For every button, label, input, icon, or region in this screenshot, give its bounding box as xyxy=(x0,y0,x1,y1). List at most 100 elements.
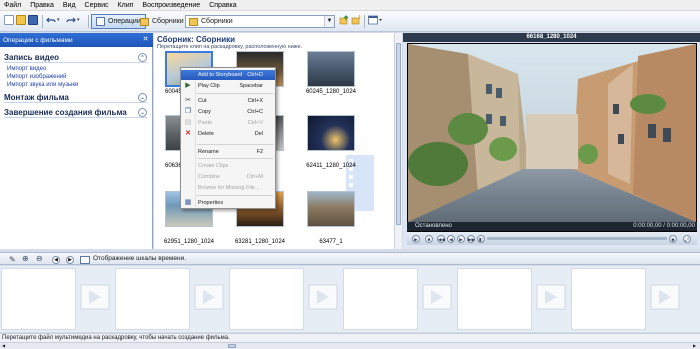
storyboard-cell[interactable] xyxy=(457,268,532,330)
menu-clip[interactable]: Клип xyxy=(118,2,134,9)
clip-thumbnail[interactable] xyxy=(307,115,355,151)
menu-view[interactable]: Вид xyxy=(63,2,76,9)
menu-item-shortcut: Ctrl+X xyxy=(247,98,263,104)
clip-thumbnail[interactable] xyxy=(307,51,355,87)
menu-item-shortcut: Del xyxy=(254,131,263,137)
toolbar-separator xyxy=(42,15,43,28)
movie-tasks-pane: Операции с фильмами ✕ Запись видео ⌃ Имп… xyxy=(0,33,153,249)
play-icon[interactable]: ▶ xyxy=(412,235,420,243)
task-link-import-pictures[interactable]: Импорт изображений xyxy=(7,74,67,80)
clip-label: 63477_1 xyxy=(319,239,343,245)
snapshot-icon[interactable]: ◉ xyxy=(669,235,677,243)
playback-status: Остановлено xyxy=(415,223,452,229)
storyboard-cell[interactable] xyxy=(343,268,418,330)
menu-file[interactable]: Файл xyxy=(4,2,21,9)
menu-play[interactable]: Воспроизведение xyxy=(142,2,200,9)
storyboard[interactable] xyxy=(0,266,700,332)
menu-item-play-clip[interactable]: ▶ Play Clip Spacebar xyxy=(181,81,275,91)
split-clip-icon[interactable]: ◧ xyxy=(477,235,485,243)
open-folder-icon[interactable] xyxy=(16,15,26,25)
save-icon[interactable] xyxy=(28,15,38,25)
scroll-left-icon[interactable]: ◀ xyxy=(2,344,7,348)
transition-placeholder-icon[interactable] xyxy=(536,284,566,310)
chevron-up-icon[interactable]: ⌃ xyxy=(138,53,147,62)
next-frame-icon[interactable]: ▶ xyxy=(457,235,465,243)
transition-placeholder-icon[interactable] xyxy=(650,284,680,310)
chevron-down-icon[interactable]: ⌄ xyxy=(138,93,147,102)
scrollbar-thumb[interactable] xyxy=(396,43,401,225)
zoom-in-icon[interactable]: ⊕ xyxy=(22,254,29,263)
section-edit-movie[interactable]: Монтаж фильма ⌄ xyxy=(4,92,147,103)
collection-select[interactable]: Сборники ▼ xyxy=(185,15,335,28)
menu-item-combine[interactable]: Combine Ctrl+M xyxy=(181,172,275,182)
collections-label: Сборники xyxy=(152,18,184,25)
menu-item-rename[interactable]: Rename F2 xyxy=(181,147,275,157)
zoom-out-icon[interactable]: ⊖ xyxy=(36,254,43,263)
menu-item-label: Create Clips xyxy=(198,163,229,169)
menu-help[interactable]: Справка xyxy=(209,2,236,9)
toolbar-separator xyxy=(88,15,89,28)
collections-button[interactable]: Сборники xyxy=(136,14,188,29)
menu-item-label: Play Clip xyxy=(198,83,220,89)
undo-icon[interactable] xyxy=(46,15,56,25)
task-link-import-audio[interactable]: Импорт звука или музыки xyxy=(7,82,78,88)
up-one-level-icon[interactable] xyxy=(339,15,349,25)
section-finish-movie[interactable]: Завершение создания фильма ⌄ xyxy=(4,107,147,118)
menu-item-add-to-storyboard[interactable]: Add to Storyboard Ctrl+D xyxy=(181,70,275,80)
transition-placeholder-icon[interactable] xyxy=(80,284,110,310)
storyboard-cell[interactable] xyxy=(571,268,646,330)
redo-dropdown-icon[interactable]: ▾ xyxy=(77,15,87,25)
menu-item-delete[interactable]: ✕ Delete Del xyxy=(181,129,275,139)
menu-item-properties[interactable]: ▦ Properties xyxy=(181,198,275,208)
fullscreen-icon[interactable]: ⤢ xyxy=(683,235,691,243)
menu-item-cut[interactable]: ✂ Cut Ctrl+X xyxy=(181,96,275,106)
menu-item-create-clips[interactable]: Create Clips xyxy=(181,161,275,171)
new-collection-folder-icon[interactable] xyxy=(351,14,361,25)
playback-time: 0:00:00,00 / 0:00:00,00 xyxy=(633,223,695,229)
views-icon[interactable] xyxy=(368,15,382,25)
seek-bar[interactable] xyxy=(487,237,667,240)
storyboard-cell[interactable] xyxy=(1,268,76,330)
stop-icon[interactable]: ■ xyxy=(425,235,433,243)
menu-edit[interactable]: Правка xyxy=(30,2,54,9)
collection-folder-icon xyxy=(189,17,198,26)
narrate-icon[interactable]: ✎ xyxy=(9,255,16,264)
menu-item-label: Properties xyxy=(198,200,224,206)
menu-item-paste[interactable]: ▤ Paste Ctrl+V xyxy=(181,118,275,128)
timeline-icon[interactable] xyxy=(80,256,90,264)
clip-thumbnail[interactable] xyxy=(307,191,355,227)
scrollbar-thumb[interactable] xyxy=(228,344,236,348)
menu-tools[interactable]: Сервис xyxy=(85,2,109,9)
show-timeline-toggle[interactable]: Отображение шкалы времени. xyxy=(93,255,186,262)
preview-monitor: 66168_1280_1024 Остановлено 0:00:00,00 /… xyxy=(403,33,700,249)
close-icon[interactable]: ✕ xyxy=(141,35,150,44)
video-display[interactable]: Остановлено 0:00:00,00 / 0:00:00,00 ▶ ■ … xyxy=(407,43,697,245)
section-capture-video[interactable]: Запись видео ⌃ xyxy=(4,52,147,63)
task-link-import-video[interactable]: Импорт видео xyxy=(7,66,46,72)
fast-forward-icon[interactable]: ▶▶ xyxy=(467,235,475,243)
tasks-pane-icon xyxy=(96,17,105,26)
section-title: Завершение создания фильма xyxy=(4,107,127,117)
transition-placeholder-icon[interactable] xyxy=(194,284,224,310)
section-title: Запись видео xyxy=(4,52,60,62)
menu-item-copy[interactable]: ❐ Copy Ctrl+C xyxy=(181,107,275,117)
play-storyboard-icon[interactable]: ▶ xyxy=(66,256,74,264)
storyboard-cell[interactable] xyxy=(115,268,190,330)
transition-placeholder-icon[interactable] xyxy=(422,284,452,310)
rewind-icon[interactable]: ◀◀ xyxy=(437,235,445,243)
chevron-down-icon[interactable]: ⌄ xyxy=(138,108,147,117)
chevron-down-icon[interactable]: ▼ xyxy=(324,16,334,27)
storyboard-cell[interactable] xyxy=(229,268,304,330)
new-project-icon[interactable] xyxy=(4,15,14,25)
menu-item-shortcut: Ctrl+D xyxy=(247,72,263,78)
rewind-storyboard-icon[interactable]: ◀ xyxy=(52,256,60,264)
transition-placeholder-icon[interactable] xyxy=(308,284,338,310)
storyboard-horizontal-scrollbar[interactable]: ◀ ▶ xyxy=(0,342,700,349)
menu-separator xyxy=(197,93,273,94)
menu-item-browse-missing[interactable]: Browse for Missing File... xyxy=(181,183,275,193)
scroll-right-icon[interactable]: ▶ xyxy=(693,344,698,348)
previous-frame-icon[interactable]: ◀ xyxy=(447,235,455,243)
redo-icon[interactable] xyxy=(66,15,76,25)
collection-scrollbar[interactable] xyxy=(394,33,402,249)
menu-item-shortcut: Ctrl+C xyxy=(247,109,263,115)
